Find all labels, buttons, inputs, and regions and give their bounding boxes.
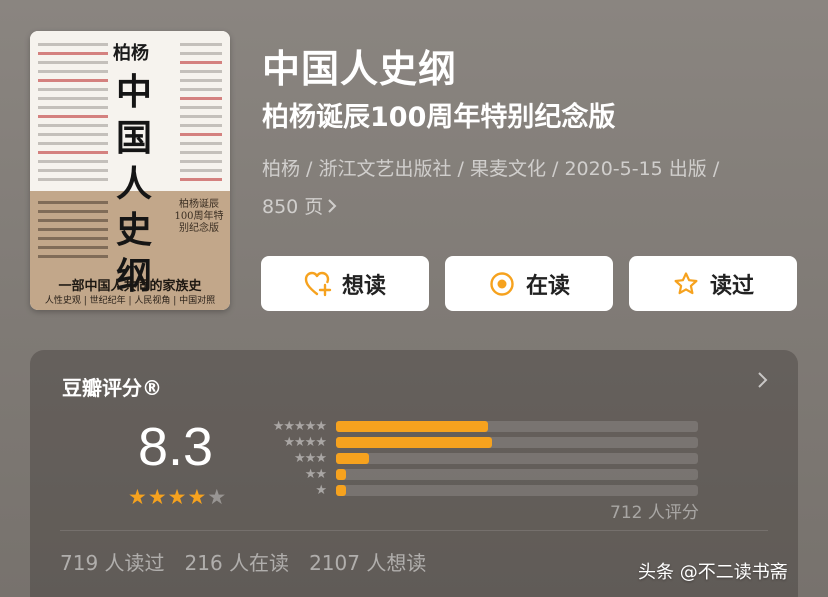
chevron-right-icon (327, 188, 337, 226)
distribution-stars-4: ★★★★ (283, 435, 327, 450)
watermark: 头条 @不二读书斋 (638, 562, 788, 583)
want-label: 想读 (341, 273, 386, 299)
distribution-bar-track-5 (336, 421, 698, 432)
rating-header: 豆瓣评分® (62, 376, 162, 400)
distribution-bar-4 (336, 437, 492, 448)
meta-line: 柏杨 / 浙江文艺出版社 / 果麦文化 / 2020-5-15 出版 / (262, 158, 720, 180)
chevron-right-icon[interactable] (756, 370, 768, 395)
book-subtitle: 柏杨诞辰100周年特别纪念版 (262, 102, 616, 133)
want-count[interactable]: 2107 人想读 (309, 547, 426, 576)
distribution-bar-1 (336, 485, 346, 496)
distribution-bar-3 (336, 453, 369, 464)
heart-plus-icon (304, 270, 332, 298)
book-cover[interactable]: 柏杨 中 国 人 史 纲 柏杨诞辰100周年特别纪念版 一部中国人共同的家族史 … (30, 31, 230, 310)
cover-text-lines-right (180, 43, 222, 187)
reader-counts: 719 人读过 216 人在读 2107 人想读 (60, 547, 426, 576)
rating-stars: ★ ★ ★ ★ ★ (128, 487, 226, 508)
read-label: 读过 (709, 273, 754, 299)
distribution-bar-track-1 (336, 485, 698, 496)
star-filled-icon: ★ (147, 485, 167, 509)
distribution-bar-5 (336, 421, 489, 432)
distribution-stars-5: ★★★★★ (272, 419, 327, 434)
reading-count[interactable]: 216 人在读 (185, 547, 290, 576)
cover-edition: 柏杨诞辰100周年特别纪念版 (174, 199, 224, 234)
cover-dark-lines (38, 201, 108, 264)
cover-author: 柏杨 (113, 43, 149, 64)
distribution-stars-1: ★ (315, 483, 327, 498)
divider (60, 530, 768, 531)
want-to-read-button[interactable]: 想读 (261, 256, 429, 311)
cover-subslogan: 人性史观 | 世纪纪年 | 人民视角 | 中国对照 (44, 296, 216, 306)
have-read-button[interactable]: 读过 (629, 256, 797, 311)
star-filled-icon: ★ (128, 485, 147, 509)
distribution-bar-track-4 (336, 437, 698, 448)
distribution-bar-track-3 (336, 453, 698, 464)
star-outline-icon (672, 270, 700, 298)
reading-label: 在读 (525, 273, 570, 299)
raters-count: 712 人评分 (610, 503, 699, 523)
reading-button[interactable]: 在读 (445, 256, 613, 311)
star-filled-icon: ★ (167, 485, 187, 509)
cover-text-lines-left (38, 43, 108, 187)
distribution-stars-2: ★★ (304, 467, 327, 482)
distribution-bar-2 (336, 469, 346, 480)
distribution-bar-track-2 (336, 469, 698, 480)
cover-title: 中 国 人 史 纲 (115, 71, 152, 297)
read-count[interactable]: 719 人读过 (60, 547, 165, 576)
distribution-stars-3: ★★★ (294, 451, 327, 466)
book-meta[interactable]: 柏杨 / 浙江文艺出版社 / 果麦文化 / 2020-5-15 出版 / 850… (262, 150, 807, 226)
cover-slogan: 一部中国人共同的家族史 (58, 279, 202, 294)
star-empty-icon: ★ (207, 485, 227, 509)
page-count: 850 页 (262, 196, 324, 218)
rating-score: 8.3 (138, 417, 214, 477)
target-circle-icon (488, 270, 516, 298)
star-filled-icon: ★ (187, 485, 207, 509)
book-title: 中国人史纲 (262, 47, 458, 91)
